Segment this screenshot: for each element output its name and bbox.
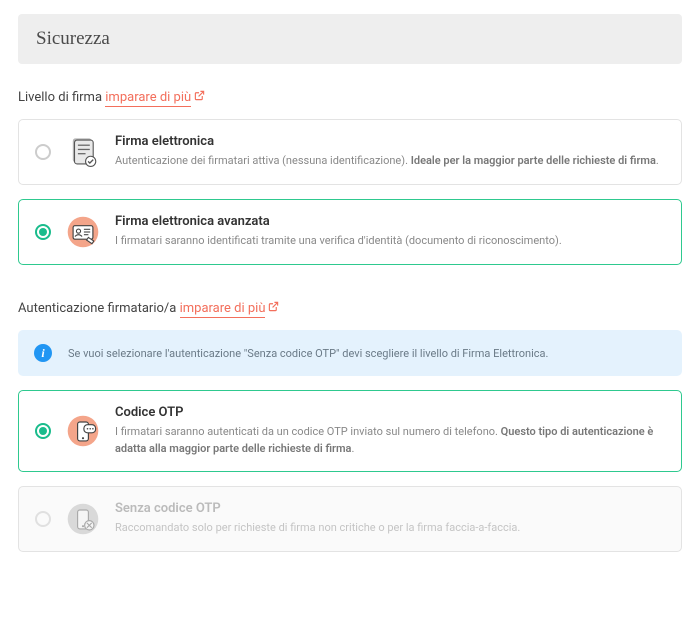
radio-advanced[interactable] [35, 224, 51, 240]
signer-auth-learn-more-link[interactable]: imparare di più [180, 301, 266, 318]
document-icon [65, 134, 101, 170]
signature-level-label-text: Livello di firma [18, 90, 102, 105]
option-body: Firma elettronica avanzata I firmatari s… [115, 214, 665, 250]
external-link-icon [268, 301, 279, 315]
option-title: Codice OTP [115, 405, 665, 420]
info-icon: i [34, 344, 52, 362]
desc-text: I firmatari saranno autenticati da un co… [115, 425, 501, 438]
desc-text: Raccomandato solo per richieste di firma… [115, 521, 520, 534]
option-body: Codice OTP I firmatari saranno autentica… [115, 405, 665, 457]
radio-no-otp [35, 511, 51, 527]
option-body: Firma elettronica Autenticazione dei fir… [115, 134, 665, 170]
radio-otp[interactable] [35, 423, 51, 439]
option-title: Senza codice OTP [115, 501, 665, 516]
desc-text: I firmatari saranno identificati tramite… [115, 234, 562, 247]
option-desc: I firmatari saranno autenticati da un co… [115, 424, 665, 457]
desc-text: Autenticazione dei firmatari attiva (nes… [115, 154, 411, 167]
option-desc: I firmatari saranno identificati tramite… [115, 233, 665, 250]
option-title: Firma elettronica avanzata [115, 214, 665, 229]
radio-electronic[interactable] [35, 144, 51, 160]
option-desc: Raccomandato solo per richieste di firma… [115, 520, 665, 537]
option-title: Firma elettronica [115, 134, 665, 149]
signature-level-option-electronic[interactable]: Firma elettronica Autenticazione dei fir… [18, 119, 682, 185]
signer-auth-label-text: Autenticazione firmatario/a [18, 301, 176, 316]
phone-otp-icon [65, 413, 101, 449]
signature-level-learn-more-link[interactable]: imparare di più [105, 90, 191, 107]
signer-auth-label: Autenticazione firmatario/a imparare di … [18, 301, 682, 316]
auth-option-otp[interactable]: Codice OTP I firmatari saranno autentica… [18, 390, 682, 472]
info-banner: i Se vuoi selezionare l'autenticazione "… [18, 330, 682, 376]
page-header: Sicurezza [18, 14, 682, 64]
info-text: Se vuoi selezionare l'autenticazione "Se… [68, 347, 548, 360]
option-body: Senza codice OTP Raccomandato solo per r… [115, 501, 665, 537]
signature-level-option-advanced[interactable]: Firma elettronica avanzata I firmatari s… [18, 199, 682, 265]
desc-tail: . [656, 154, 659, 167]
id-card-icon [65, 214, 101, 250]
phone-no-otp-icon [65, 501, 101, 537]
desc-tail: . [351, 442, 354, 455]
page-title: Sicurezza [36, 28, 664, 50]
signature-level-label: Livello di firma imparare di più [18, 90, 682, 105]
option-desc: Autenticazione dei firmatari attiva (nes… [115, 153, 665, 170]
external-link-icon [194, 90, 205, 104]
auth-option-no-otp: Senza codice OTP Raccomandato solo per r… [18, 486, 682, 552]
desc-bold: Ideale per la maggior parte delle richie… [411, 154, 656, 167]
